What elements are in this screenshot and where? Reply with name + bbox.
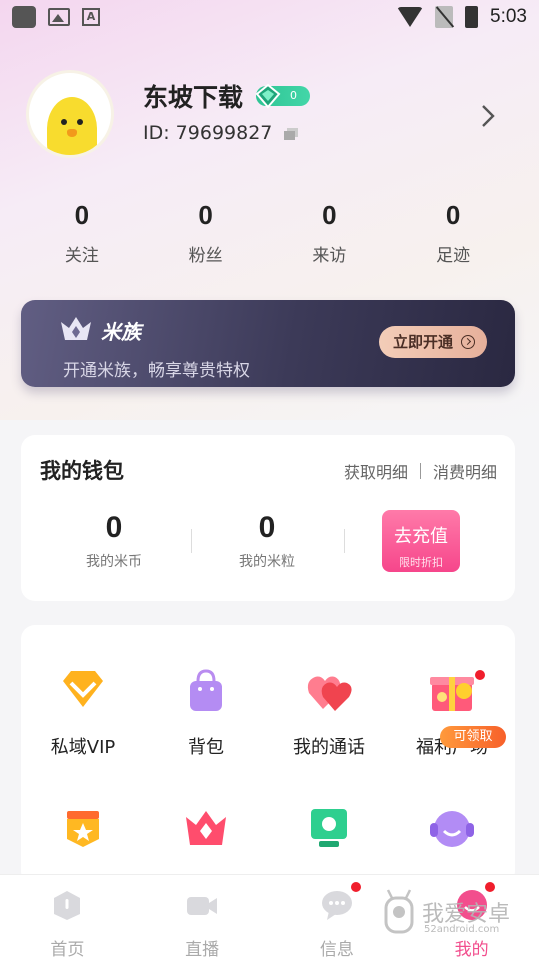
username: 东坡下载 [143,83,244,112]
app-notification-icon [12,6,36,28]
wallet-links: 获取明细 消费明细 [344,459,497,483]
feature-private-vip[interactable]: 私域VIP [21,667,145,759]
claimable-badge: 可领取 [440,726,506,748]
notification-dot [484,881,497,893]
level-value: 0 [290,89,297,102]
divider [344,529,345,553]
vip-title: 米族 [101,320,141,344]
bag-icon [190,669,222,711]
wallet-card: 我的钱包 获取明细 消费明细 0 我的米币 0 我的米粒 去充值 限时折扣 [21,435,515,601]
feature-crown[interactable] [144,805,268,857]
wallet-title: 我的钱包 [40,459,124,483]
no-sim-icon [435,6,454,28]
crown-icon [186,811,226,845]
copy-icon[interactable] [284,128,298,140]
battery-icon [465,6,479,28]
gem-icon [255,83,281,109]
tab-live[interactable]: 直播 [135,875,270,959]
user-id: ID: 79699827 [143,122,273,144]
chick-avatar-icon [47,97,97,155]
notification-dot [349,881,362,893]
gift-box-icon [430,677,474,711]
clock: 5:03 [490,6,527,27]
feature-grid: 私域VIP 背包 我的通话 福利广场 [21,625,515,885]
status-bar: A 5:03 [0,0,539,34]
divider [419,463,421,479]
call-hearts-icon [307,676,352,711]
wifi-icon [397,7,424,27]
grains-balance[interactable]: 0 我的米粒 [212,511,322,571]
video-camera-icon [187,897,218,915]
recharge-button[interactable]: 去充值 限时折扣 [382,510,460,572]
arrow-circle-icon [461,335,475,349]
stat-following[interactable]: 0 关注 [20,200,144,266]
image-notification-icon [48,8,70,26]
income-detail-link[interactable]: 获取明细 [344,459,408,483]
stat-footprints[interactable]: 0 足迹 [391,200,515,266]
feature-my-calls[interactable]: 我的通话 [267,667,391,759]
headset-icon [430,811,474,847]
feature-screen[interactable] [267,805,391,857]
android-logo-icon [384,889,414,934]
avatar[interactable] [26,70,114,158]
tab-home[interactable]: 首页 [0,875,135,959]
divider [191,529,192,553]
stat-visitors[interactable]: 0 来访 [268,200,392,266]
chat-bubble-icon [321,891,352,920]
vip-card[interactable]: 米族 开通米族，畅享尊贵特权 立即开通 [21,300,515,387]
vip-diamond-icon [63,671,103,707]
watermark: 我爱安卓 52android.com [382,888,510,944]
open-vip-button[interactable]: 立即开通 [379,326,487,358]
home-icon [54,891,81,920]
crown-icon [61,317,91,340]
coins-balance[interactable]: 0 我的米币 [59,511,169,571]
vip-subtitle: 开通米族，畅享尊贵特权 [63,361,250,381]
stats-row: 0 关注 0 粉丝 0 来访 0 足迹 [20,200,515,266]
spend-detail-link[interactable]: 消费明细 [433,459,497,483]
stat-fans[interactable]: 0 粉丝 [144,200,268,266]
level-badge[interactable]: 0 [255,83,310,109]
font-notification-icon: A [82,8,100,26]
star-shield-icon [67,811,99,847]
sun-screen-icon [311,809,347,847]
feature-support[interactable] [390,805,514,857]
feature-star-badge[interactable] [21,805,145,857]
feature-backpack[interactable]: 背包 [144,667,268,759]
notification-dot [474,669,486,681]
chevron-right-icon[interactable] [478,104,498,128]
